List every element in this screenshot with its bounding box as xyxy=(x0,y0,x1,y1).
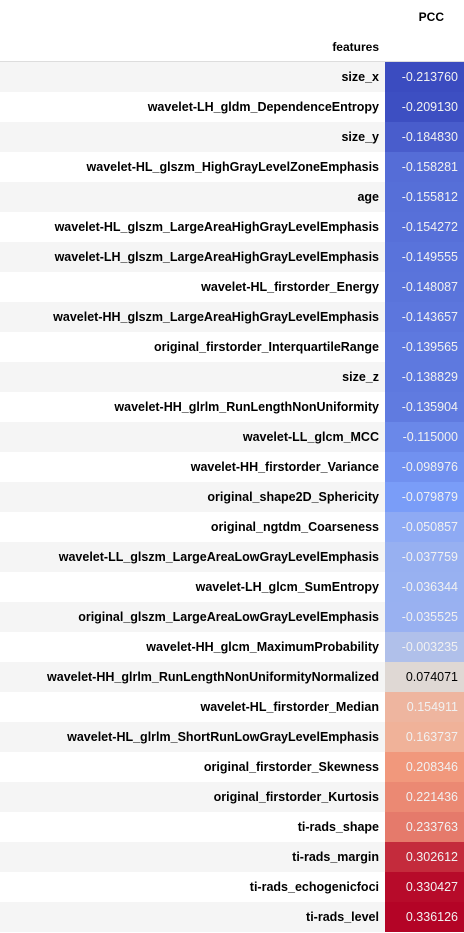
pcc-value-cell: -0.035525 xyxy=(385,602,464,632)
feature-name: size_x xyxy=(0,62,385,92)
table-row: wavelet-HH_glcm_MaximumProbability -0.003… xyxy=(0,632,464,662)
pcc-value-cell: -0.050857 xyxy=(385,512,464,542)
table-row: wavelet-HL_firstorder_Median 0.154911 xyxy=(0,692,464,722)
pcc-value-cell: -0.036344 xyxy=(385,572,464,602)
feature-name: ti-rads_level xyxy=(0,902,385,932)
table-row: original_firstorder_Kurtosis 0.221436 xyxy=(0,782,464,812)
table-row: wavelet-HH_glrlm_RunLengthNonUniformity -… xyxy=(0,392,464,422)
pcc-value-cell: -0.079879 xyxy=(385,482,464,512)
feature-name: original_firstorder_InterquartileRange xyxy=(153,340,379,354)
pcc-value-cell: 0.221436 xyxy=(385,782,464,812)
feature-name: original_firstorder_Kurtosis xyxy=(0,782,385,812)
pcc-value-cell: -0.139565 xyxy=(385,332,464,362)
feature-name: size_z xyxy=(0,362,385,392)
pcc-value-cell: 0.336126 xyxy=(385,902,464,932)
table-row: wavelet-LH_gldm_DependenceEntropy -0.2091… xyxy=(0,92,464,122)
feature-name: original_glszm_LargeAreaLowGrayLevelEmph… xyxy=(0,602,385,632)
feature-name: wavelet-HH_glszm_LargeAreaHighGrayLevelE… xyxy=(0,302,385,332)
pcc-value-cell: -0.148087 xyxy=(385,272,464,302)
pcc-value-cell: -0.155812 xyxy=(385,182,464,212)
pcc-value-cell: -0.184830 xyxy=(385,122,464,152)
table-row: wavelet-LH_glszm_LargeAreaHighGrayLevelE… xyxy=(0,242,464,272)
pcc-value-cell: -0.115000 xyxy=(385,422,464,452)
table-row: ti-rads_echogenicfoci 0.330427 xyxy=(0,872,464,902)
pcc-value-cell: 0.163737 xyxy=(385,722,464,752)
feature-name: original_firstorder_Skewness xyxy=(203,760,379,774)
feature-name: wavelet-HH_glrlm_RunLengthNonUniformity xyxy=(114,400,379,414)
table-row: wavelet-LH_glcm_SumEntropy -0.036344 xyxy=(0,572,464,602)
table-row: original_shape2D_Sphericity -0.079879 xyxy=(0,482,464,512)
pcc-value-cell: -0.135904 xyxy=(385,392,464,422)
pcc-value-cell: -0.037759 xyxy=(385,542,464,572)
column-header-pcc: PCC xyxy=(418,10,444,24)
pcc-value-cell: 0.208346 xyxy=(385,752,464,782)
feature-name: wavelet-LL_glcm_MCC xyxy=(0,422,385,452)
feature-name: wavelet-HH_glcm_MaximumProbability xyxy=(146,640,379,654)
feature-name: ti-rads_echogenicfoci xyxy=(249,880,379,894)
table-row: wavelet-HH_glrlm_RunLengthNonUniformityN… xyxy=(0,662,464,692)
table-row: ti-rads_shape 0.233763 xyxy=(0,812,464,842)
pcc-value-cell: 0.154911 xyxy=(385,692,464,722)
pcc-value-cell: -0.158281 xyxy=(385,152,464,182)
table-row: original_firstorder_InterquartileRange -0… xyxy=(0,332,464,362)
pcc-value-cell: -0.149555 xyxy=(385,242,464,272)
table-row: size_x -0.213760 xyxy=(0,62,464,92)
feature-name: size_y xyxy=(0,122,385,152)
table-row: size_z -0.138829 xyxy=(0,362,464,392)
index-header-features: features xyxy=(332,40,379,54)
feature-name: ti-rads_margin xyxy=(0,842,385,872)
table-row: wavelet-LL_glszm_LargeAreaLowGrayLevelEm… xyxy=(0,542,464,572)
feature-name: wavelet-HH_glrlm_RunLengthNonUniformityN… xyxy=(0,662,385,692)
table-row: wavelet-HL_glrlm_ShortRunLowGrayLevelEmp… xyxy=(0,722,464,752)
pcc-value-cell: -0.213760 xyxy=(385,62,464,92)
table-row: wavelet-HL_glszm_LargeAreaHighGrayLevelE… xyxy=(0,212,464,242)
table-row: wavelet-LL_glcm_MCC -0.115000 xyxy=(0,422,464,452)
feature-name: ti-rads_shape xyxy=(297,820,379,834)
pcc-value-cell: -0.138829 xyxy=(385,362,464,392)
table-body: size_x -0.213760 wavelet-LH_gldm_Dependenc… xyxy=(0,62,464,932)
pcc-value-cell: -0.143657 xyxy=(385,302,464,332)
pcc-value-cell: -0.003235 xyxy=(385,632,464,662)
table-row: wavelet-HL_glszm_HighGrayLevelZoneEmphas… xyxy=(0,152,464,182)
feature-name: wavelet-HL_glrlm_ShortRunLowGrayLevelEmp… xyxy=(0,722,385,752)
feature-name: wavelet-LH_gldm_DependenceEntropy xyxy=(147,100,379,114)
feature-name: wavelet-LH_glcm_SumEntropy xyxy=(195,580,379,594)
table-row: original_glszm_LargeAreaLowGrayLevelEmph… xyxy=(0,602,464,632)
table-row: ti-rads_level 0.336126 xyxy=(0,902,464,932)
feature-name: wavelet-LH_glszm_LargeAreaHighGrayLevelE… xyxy=(0,242,385,272)
pcc-value-cell: 0.302612 xyxy=(385,842,464,872)
feature-name: wavelet-HL_glszm_HighGrayLevelZoneEmphas… xyxy=(86,160,379,174)
pcc-value-cell: -0.098976 xyxy=(385,452,464,482)
feature-name: wavelet-HL_firstorder_Energy xyxy=(201,280,379,294)
table-row: wavelet-HH_firstorder_Variance -0.098976 xyxy=(0,452,464,482)
pcc-value-cell: 0.233763 xyxy=(385,812,464,842)
pcc-value-cell: 0.330427 xyxy=(385,872,464,902)
pcc-value-cell: 0.074071 xyxy=(385,662,464,692)
table-row: wavelet-HL_firstorder_Energy -0.148087 xyxy=(0,272,464,302)
pcc-table: PCC features size_x -0.213760 wavelet-LH_g… xyxy=(0,0,464,933)
pcc-value-cell: -0.209130 xyxy=(385,92,464,122)
table-row: original_ngtdm_Coarseness -0.050857 xyxy=(0,512,464,542)
feature-name: original_ngtdm_Coarseness xyxy=(210,520,379,534)
table-row: wavelet-HH_glszm_LargeAreaHighGrayLevelE… xyxy=(0,302,464,332)
table-row: age -0.155812 xyxy=(0,182,464,212)
feature-name: age xyxy=(0,182,385,212)
feature-name: original_shape2D_Sphericity xyxy=(0,482,385,512)
table-row: size_y -0.184830 xyxy=(0,122,464,152)
pcc-value-cell: -0.154272 xyxy=(385,212,464,242)
feature-name: wavelet-LL_glszm_LargeAreaLowGrayLevelEm… xyxy=(0,542,385,572)
table-row: original_firstorder_Skewness 0.208346 xyxy=(0,752,464,782)
feature-name: wavelet-HL_firstorder_Median xyxy=(200,700,379,714)
feature-name: wavelet-HH_firstorder_Variance xyxy=(190,460,379,474)
table-row: ti-rads_margin 0.302612 xyxy=(0,842,464,872)
feature-name: wavelet-HL_glszm_LargeAreaHighGrayLevelE… xyxy=(54,220,379,234)
